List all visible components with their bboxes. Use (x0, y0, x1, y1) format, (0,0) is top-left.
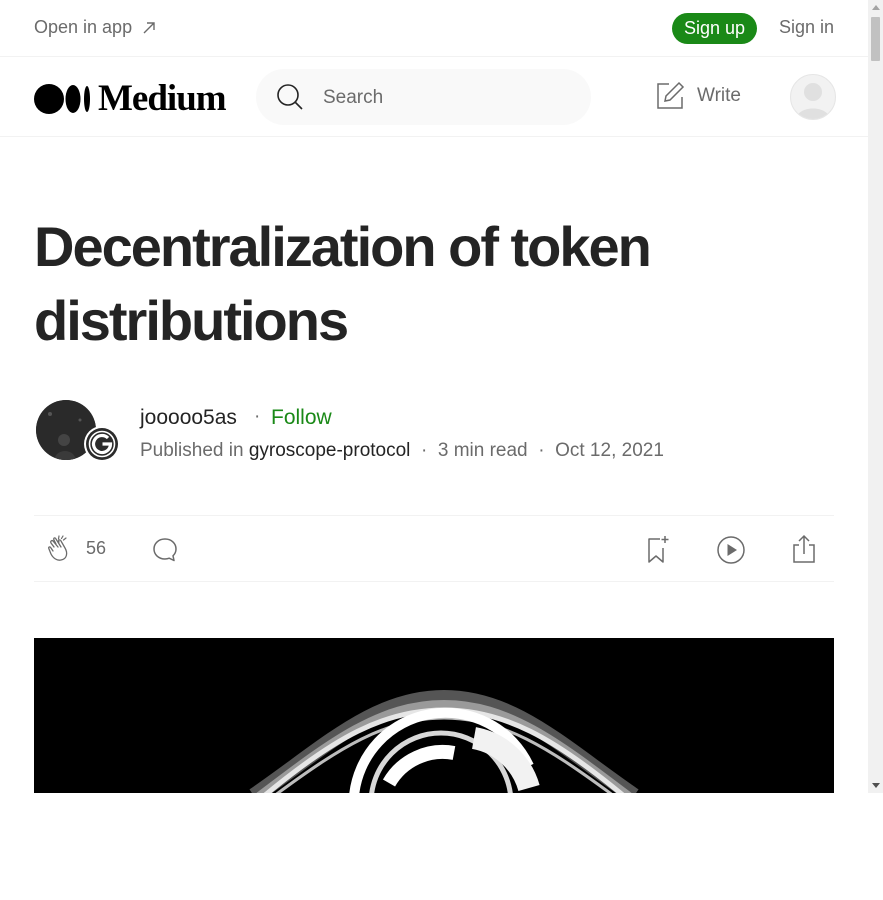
publication-link[interactable]: gyroscope-protocol (249, 440, 411, 461)
clap-button[interactable]: 56 (46, 533, 106, 563)
logo-wordmark: Medium (98, 78, 227, 119)
write-label: Write (697, 85, 741, 106)
author-block: jooooo5as · Follow Published in gyroscop… (34, 398, 834, 466)
read-time: 3 min read (437, 440, 528, 461)
scroll-up-button[interactable] (868, 0, 883, 15)
site-header: Medium Write (0, 57, 868, 137)
sign-up-button[interactable]: Sign up (672, 13, 757, 44)
separator-dot: · (420, 440, 428, 461)
write-icon (657, 81, 685, 109)
publication-avatar[interactable] (84, 426, 120, 462)
article-meta: Published in gyroscope-protocol · 3 min … (140, 440, 664, 462)
write-button[interactable]: Write (655, 81, 741, 111)
comment-icon[interactable] (152, 537, 178, 563)
open-in-app-link[interactable]: Open in app (34, 17, 156, 38)
author-name-link[interactable]: jooooo5as (140, 406, 237, 430)
user-avatar-button[interactable] (790, 74, 836, 120)
follow-button[interactable]: Follow (271, 406, 332, 430)
published-in-label: Published in (140, 440, 244, 461)
publish-date: Oct 12, 2021 (555, 440, 664, 461)
browser-viewport: Open in app Sign up Sign in Medium Searc… (0, 0, 868, 793)
arrow-up-right-icon (143, 21, 155, 33)
medium-logo[interactable]: Medium (34, 78, 227, 119)
article-action-bar: 56 (34, 515, 834, 582)
top-banner: Open in app Sign up Sign in (0, 0, 868, 57)
share-icon[interactable] (791, 534, 817, 564)
sign-in-link[interactable]: Sign in (779, 17, 834, 38)
gyroscope-logo-icon (86, 428, 118, 460)
gyroscope-hero-graphic (34, 638, 834, 793)
open-in-app-label: Open in app (34, 17, 133, 37)
vertical-scrollbar[interactable] (868, 0, 883, 793)
search-input[interactable] (321, 85, 575, 111)
medium-logo-icon (34, 83, 90, 114)
scroll-down-button[interactable] (868, 778, 883, 793)
search-icon (277, 84, 303, 110)
separator-dot: · (254, 406, 261, 427)
search-bar[interactable] (256, 69, 591, 125)
article-title: Decentralization of token distributions (34, 215, 652, 352)
scrollbar-thumb[interactable] (871, 17, 880, 61)
bookmark-add-icon[interactable] (646, 534, 672, 564)
avatar-icon (796, 83, 830, 119)
play-icon[interactable] (716, 535, 746, 565)
hero-image (34, 638, 834, 793)
clap-icon (48, 535, 68, 561)
separator-dot: · (538, 440, 545, 461)
clap-count: 56 (86, 537, 107, 558)
